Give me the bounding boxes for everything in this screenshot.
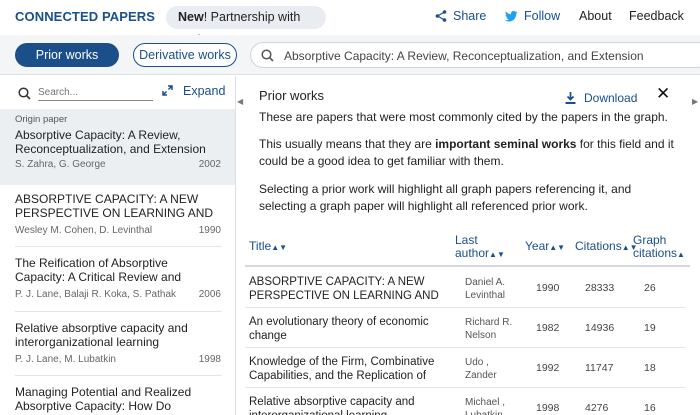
twitter-icon [505, 11, 518, 22]
download-button[interactable]: Download [565, 91, 637, 105]
table-row[interactable]: An evolutionary theory of economic chang… [245, 308, 685, 348]
search-icon [18, 87, 31, 100]
list-divider [15, 375, 222, 376]
row-author: Michael , Lubatkin [465, 397, 506, 415]
promo-pill[interactable]: New! Partnership with arXiv [166, 6, 326, 47]
list-item-year: 1998 [198, 354, 221, 365]
origin-authors: S. Zahra, G. George [15, 159, 106, 170]
search-icon [261, 49, 274, 62]
prior-works-button[interactable]: Prior works [15, 43, 119, 67]
row-year: 1982 [536, 322, 560, 334]
panel-description-3: Selecting a prior work will highlight al… [259, 182, 632, 213]
row-author: Daniel A. Levinthal [465, 277, 506, 301]
list-item-year: 1990 [198, 225, 221, 236]
expand-label: Expand [183, 84, 226, 98]
desc2-part-a: This usually means that they are [259, 137, 436, 151]
sort-icon: ▲▼ [271, 243, 288, 252]
col-title-header[interactable]: Title▲▼ [249, 240, 287, 254]
toolbar: Prior works Derivative works Absorptive … [0, 35, 700, 75]
row-title: An evolutionary theory of economic chang… [249, 316, 429, 342]
share-icon [435, 10, 447, 22]
col-year-header[interactable]: Year▲▼ [525, 240, 565, 254]
table-row[interactable]: ABSORPTIVE CAPACITY: A NEW PERSPECTIVE O… [245, 268, 685, 308]
list-item-title: Managing Potential and Realized Absorpti… [15, 386, 206, 413]
close-icon[interactable]: ✕ [656, 84, 670, 104]
sort-icon: ▲▼ [549, 243, 566, 252]
list-item-title: Relative absorptive capacity and interor… [15, 322, 188, 349]
list-item-meta: P. J. Lane, M. Lubatkin 1998 [15, 354, 221, 365]
row-graph-citations: 19 [644, 322, 656, 334]
row-year: 1990 [536, 282, 560, 294]
list-item[interactable]: The Reification of Absorptive Capacity: … [0, 257, 235, 300]
col-graph-citations-header[interactable]: Graph citations▲ [633, 234, 685, 261]
collapse-left-arrow-icon[interactable]: ◀ [237, 97, 243, 106]
row-citations: 14936 [585, 322, 615, 334]
row-title: Knowledge of the Firm, Combinative Capab… [249, 356, 435, 382]
expand-icon [162, 85, 173, 96]
list-item[interactable]: Relative absorptive capacity and interor… [0, 322, 235, 365]
origin-paper-card[interactable]: Origin paper Absorptive Capacity: A Revi… [0, 109, 235, 185]
list-item[interactable]: ABSORPTIVE CAPACITY: A NEW PERSPECTIVE O… [0, 193, 235, 236]
share-link[interactable]: Share [435, 9, 486, 23]
search-value: Absorptive Capacity: A Review, Reconcept… [284, 49, 644, 63]
promo-new: New [178, 10, 204, 24]
download-label: Download [584, 91, 638, 105]
list-item-meta: Wesley M. Cohen, D. Levinthal 1990 [15, 225, 221, 236]
desc2-bold: important seminal works [435, 137, 577, 151]
follow-link[interactable]: Follow [505, 9, 560, 23]
top-bar: CONNECTED PAPERS New! Partnership with a… [0, 0, 700, 47]
list-item-authors: P. J. Lane, M. Lubatkin [15, 354, 116, 365]
origin-year: 2002 [198, 159, 221, 170]
sort-icon: ▲ [677, 250, 685, 259]
sort-icon: ▲▼ [489, 250, 505, 259]
share-label: Share [453, 9, 487, 23]
row-title: Relative absorptive capacity and interor… [249, 396, 415, 415]
expand-button[interactable]: Expand [162, 84, 225, 98]
derivative-works-button[interactable]: Derivative works [133, 43, 237, 67]
table-row[interactable]: Knowledge of the Firm, Combinative Capab… [245, 348, 685, 388]
list-item-title: The Reification of Absorptive Capacity: … [15, 257, 182, 284]
origin-meta: S. Zahra, G. George 2002 [15, 159, 221, 170]
panel-title: Prior works [259, 88, 325, 103]
list-item-title: ABSORPTIVE CAPACITY: A NEW PERSPECTIVE O… [15, 193, 214, 220]
list-search: Expand [0, 76, 235, 109]
download-icon [565, 92, 576, 104]
row-year: 1998 [536, 402, 560, 414]
list-item-authors: Wesley M. Cohen, D. Levinthal [15, 225, 153, 236]
col-citations-header[interactable]: Citations▲▼ [575, 240, 638, 254]
list-item[interactable]: Managing Potential and Realized Absorpti… [0, 386, 235, 413]
row-graph-citations: 26 [644, 282, 656, 294]
row-graph-citations: 18 [644, 362, 656, 374]
follow-label: Follow [524, 9, 561, 23]
origin-title: Absorptive Capacity: A Review, Reconcept… [15, 128, 206, 156]
list-divider [15, 311, 222, 312]
row-year: 1992 [536, 362, 560, 374]
table-header: Title▲▼ Last author▲▼ Year▲▼ Citations▲▼ … [245, 233, 690, 267]
list-search-input[interactable] [38, 84, 153, 101]
paper-list-pane: Expand Origin paper Absorptive Capacity:… [0, 76, 236, 415]
list-item-meta: P. J. Lane, Balaji R. Koka, S. Pathak 200… [15, 289, 221, 300]
list-item-year: 2006 [198, 289, 221, 300]
list-divider [15, 246, 222, 247]
panel-description-2: This usually means that they are importa… [259, 136, 679, 170]
table-row[interactable]: Relative absorptive capacity and interor… [245, 388, 685, 415]
row-author: Udo , Zander [465, 357, 497, 381]
about-link[interactable]: About [579, 9, 612, 23]
paper-search-field[interactable]: Absorptive Capacity: A Review, Reconcept… [250, 42, 700, 68]
row-citations: 28333 [585, 282, 615, 294]
list-item-authors: P. J. Lane, Balaji R. Koka, S. Pathak [15, 289, 177, 300]
prior-works-panel: Prior works Download ✕ These are papers … [245, 76, 690, 415]
row-author: Richard R. Nelson [465, 317, 513, 341]
row-citations: 4276 [585, 402, 609, 414]
row-graph-citations: 16 [644, 402, 656, 414]
panel-description-1: These are papers that were most commonly… [259, 110, 668, 124]
col-last-author-header[interactable]: Last author▲▼ [455, 234, 505, 261]
origin-label: Origin paper [15, 114, 68, 125]
row-citations: 11747 [585, 362, 614, 374]
row-title: ABSORPTIVE CAPACITY: A NEW PERSPECTIVE O… [249, 276, 439, 302]
collapse-right-arrow-icon[interactable]: ▶ [692, 97, 698, 106]
feedback-link[interactable]: Feedback [629, 9, 684, 23]
brand-logo[interactable]: CONNECTED PAPERS [15, 9, 155, 24]
